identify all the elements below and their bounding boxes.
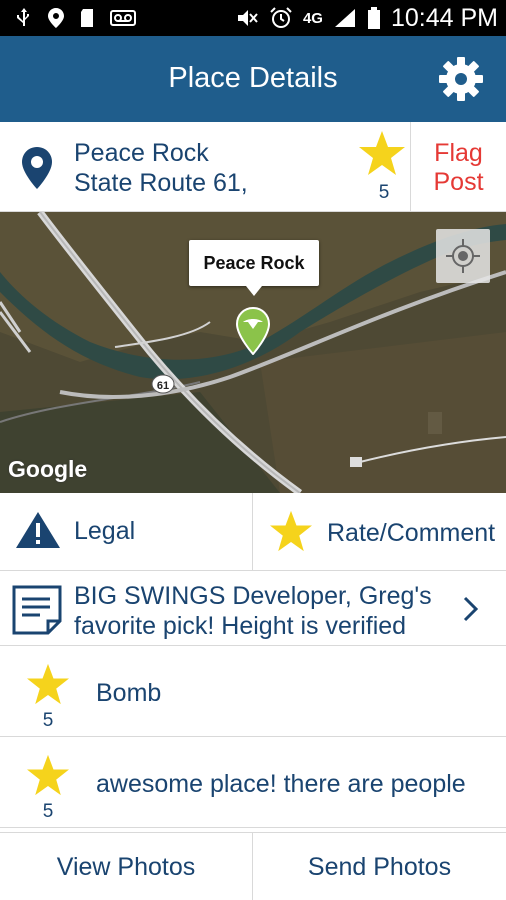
rating-count: 5 bbox=[378, 182, 390, 203]
app-bar: Place Details bbox=[0, 36, 506, 122]
map-pin-icon bbox=[22, 147, 52, 189]
place-name: Peace Rock bbox=[74, 139, 209, 167]
legal-label: Legal bbox=[74, 517, 136, 545]
rate-comment-button[interactable]: Rate/Comment bbox=[253, 493, 506, 571]
page-title: Place Details bbox=[168, 62, 338, 94]
comment-text: awesome place! there are people bbox=[96, 770, 466, 798]
developer-note-row[interactable]: BIG SWINGS Developer, Greg's favorite pi… bbox=[0, 571, 506, 646]
star-icon bbox=[270, 510, 312, 552]
map-marker-icon[interactable] bbox=[236, 307, 270, 355]
note-text-line-2: favorite pick! Height is verified bbox=[74, 612, 407, 640]
signal-icon bbox=[334, 9, 355, 27]
place-address: State Route 61, bbox=[74, 169, 248, 197]
chevron-right-icon bbox=[463, 596, 479, 622]
usb-icon bbox=[17, 8, 29, 26]
location-icon bbox=[48, 8, 64, 28]
view-photos-button[interactable]: View Photos bbox=[0, 833, 253, 900]
comment-item: 5 awesome place! there are people bbox=[0, 737, 506, 828]
google-logo: Google bbox=[8, 456, 88, 482]
comment-rating: 5 bbox=[42, 801, 54, 822]
note-text-line-1: BIG SWINGS Developer, Greg's bbox=[74, 582, 432, 610]
note-icon bbox=[12, 585, 62, 635]
star-icon bbox=[359, 131, 405, 175]
status-right-icons: 4G 10:44 PM bbox=[235, 4, 498, 32]
voicemail-icon bbox=[110, 10, 136, 26]
actions-row: Legal Rate/Comment bbox=[0, 493, 506, 571]
network-type: 4G bbox=[302, 9, 323, 27]
comment-text: Bomb bbox=[96, 679, 162, 707]
star-icon bbox=[27, 754, 69, 796]
comment-item: 5 Bomb bbox=[0, 646, 506, 737]
mute-icon bbox=[237, 10, 258, 26]
bottom-bar: View Photos Send Photos bbox=[0, 832, 506, 900]
warning-icon bbox=[16, 512, 60, 548]
comment-rating: 5 bbox=[42, 710, 54, 731]
route-shield-label: 61 bbox=[157, 380, 169, 392]
battery-icon bbox=[367, 7, 380, 29]
flag-post-button[interactable]: Flag Post bbox=[410, 122, 506, 212]
flag-label: Flag bbox=[434, 139, 483, 167]
status-left-icons bbox=[14, 6, 136, 30]
my-location-icon[interactable] bbox=[436, 229, 490, 283]
status-time: 10:44 PM bbox=[390, 3, 498, 32]
gear-icon[interactable] bbox=[438, 56, 484, 102]
map-callout[interactable]: Peace Rock bbox=[189, 240, 319, 296]
sd-card-icon bbox=[81, 9, 93, 27]
map-view[interactable]: 61 Peace Rock Google bbox=[0, 212, 506, 493]
status-bar: 4G 10:44 PM bbox=[0, 0, 506, 36]
star-icon bbox=[27, 663, 69, 705]
send-photos-button[interactable]: Send Photos bbox=[253, 833, 506, 900]
alarm-icon bbox=[270, 7, 292, 28]
legal-button[interactable]: Legal bbox=[0, 493, 253, 571]
place-header: Peace Rock State Route 61, 5 Flag Post bbox=[0, 122, 506, 212]
rate-comment-label: Rate/Comment bbox=[327, 519, 496, 547]
post-label: Post bbox=[433, 168, 484, 196]
